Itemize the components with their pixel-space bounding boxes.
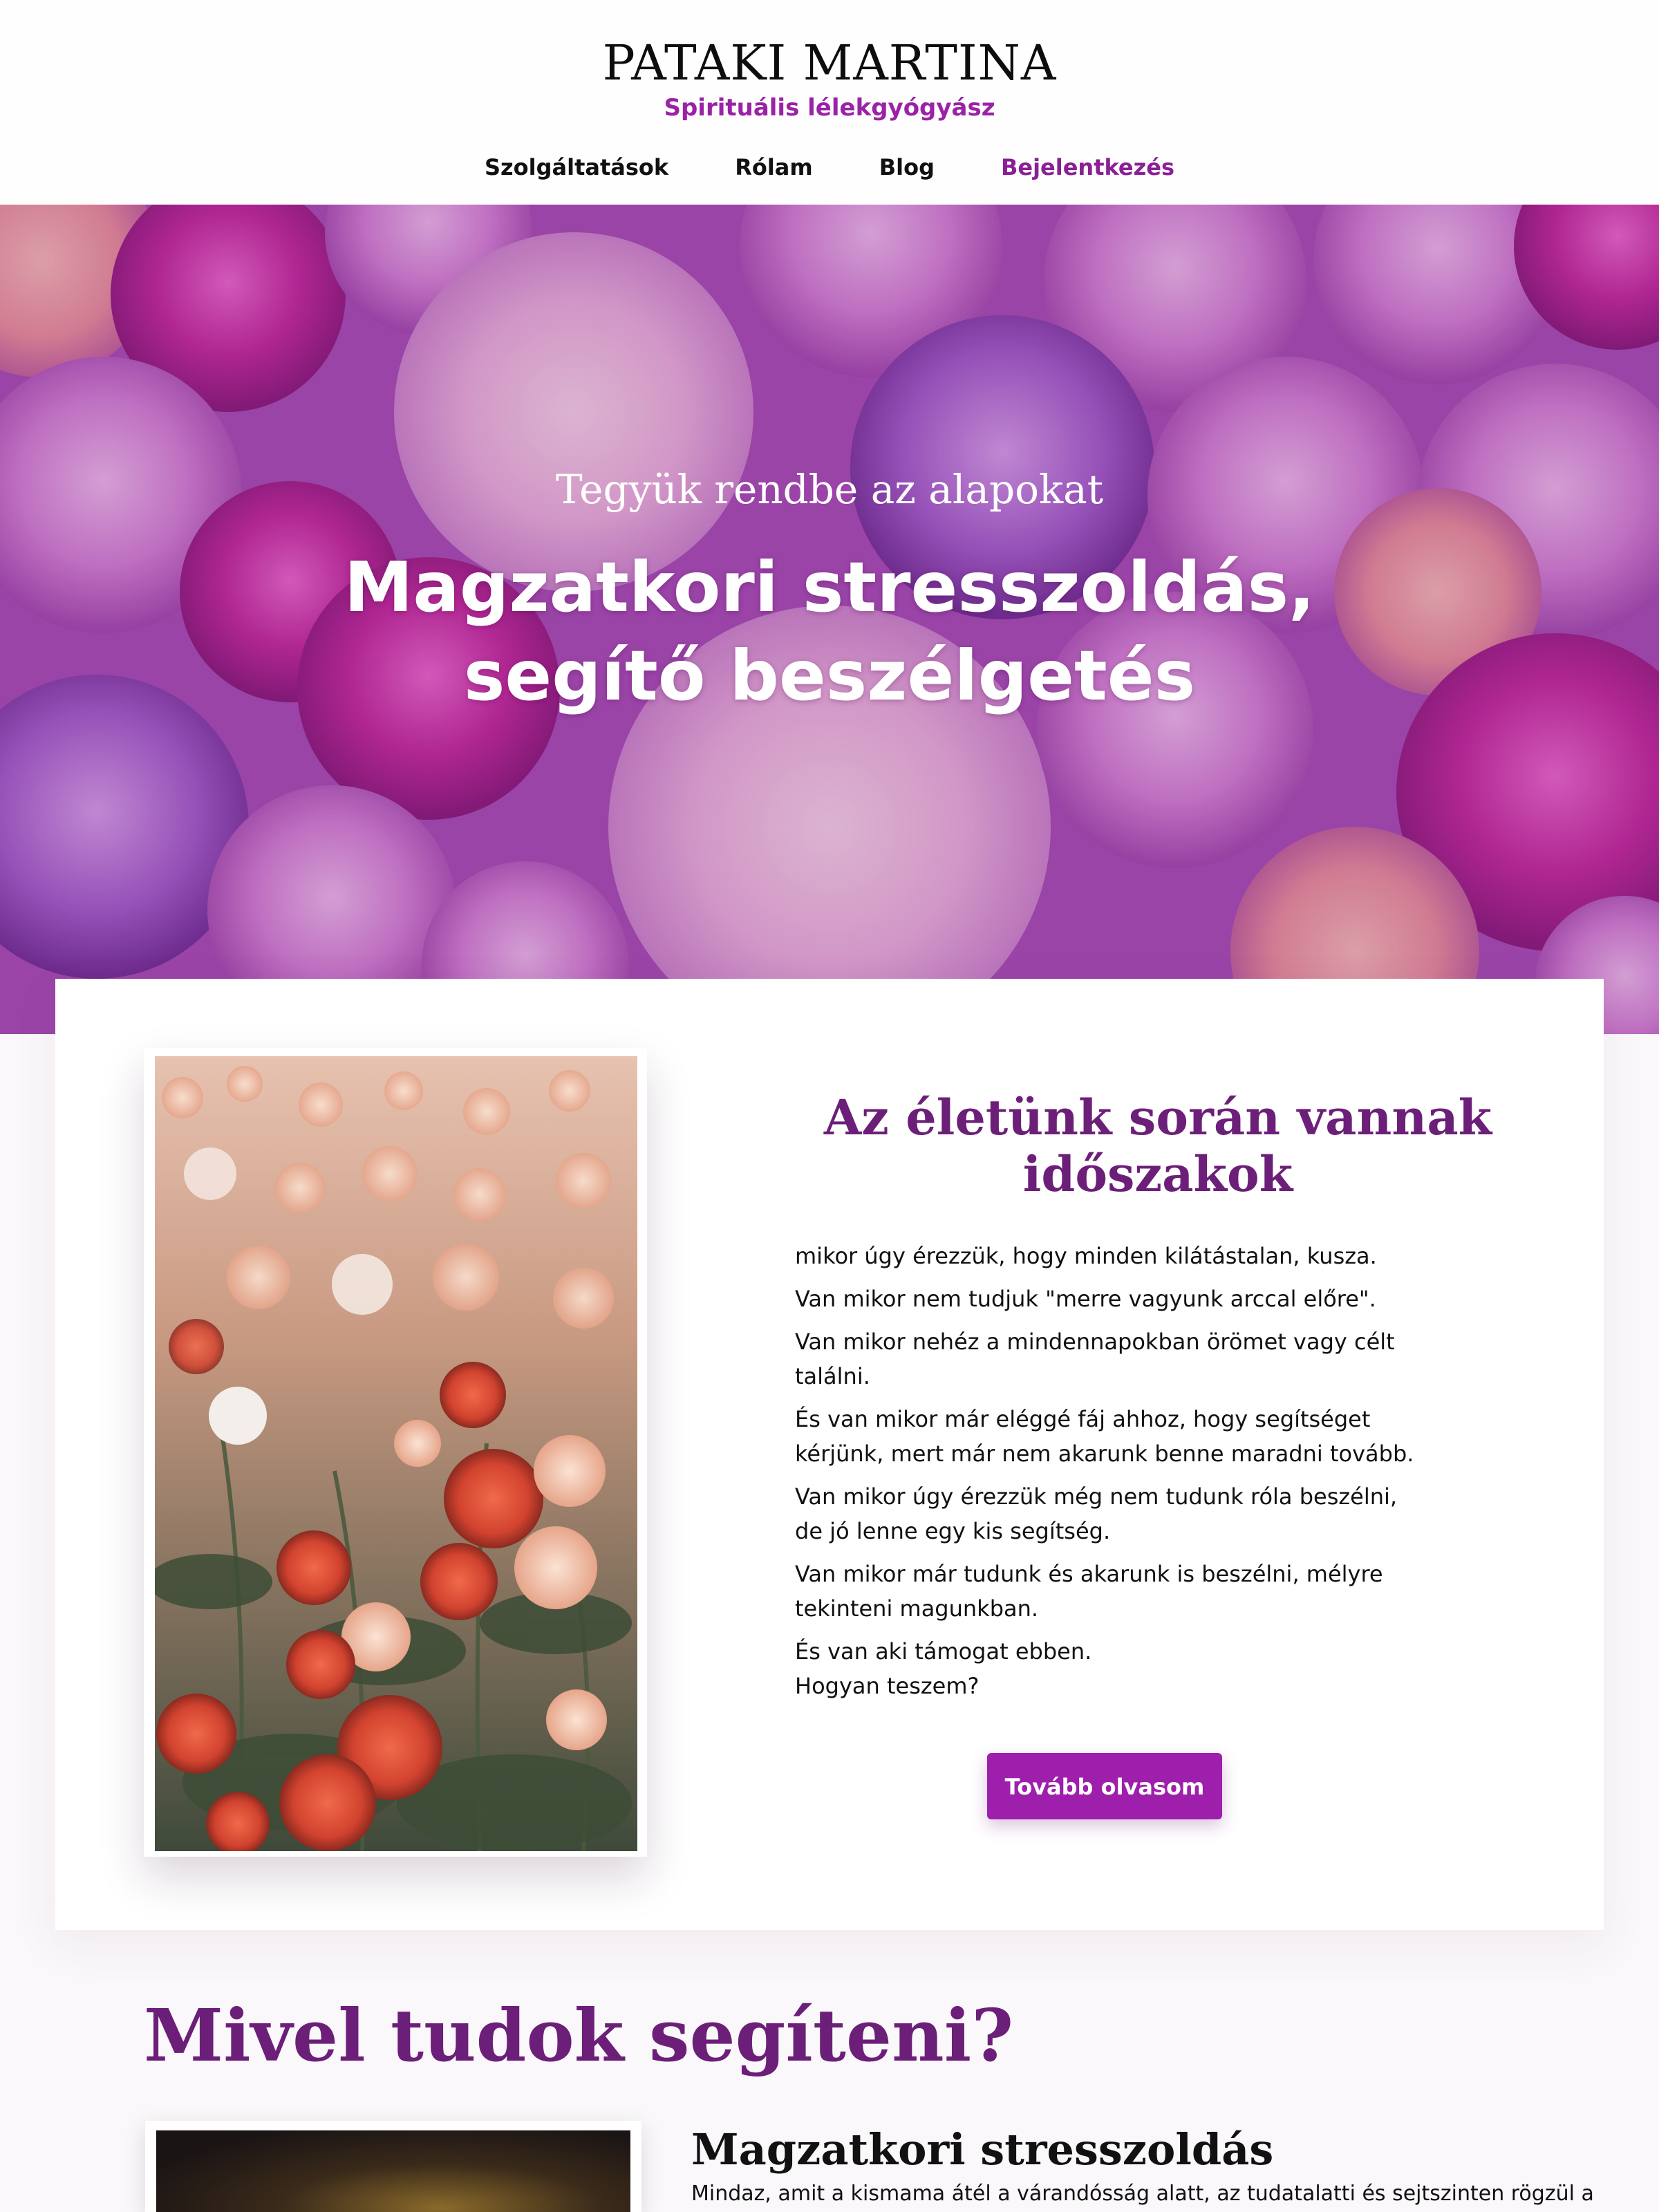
service-title[interactable]: Magzatkori stresszoldás xyxy=(691,2122,1590,2177)
nav-item-login[interactable]: Bejelentkezés xyxy=(1001,148,1174,187)
intro-title: Az életünk során vannak időszakok xyxy=(823,1089,1492,1203)
site-header: PATAKI MARTINA Spirituális lélekgyógyász… xyxy=(0,0,1659,205)
intro-text: mikor úgy érezzük, hogy minden kilátásta… xyxy=(795,1239,1417,1712)
hero-title-line1: Magzatkori stresszoldás, xyxy=(344,547,1315,628)
intro-paragraph: Van mikor már tudunk és akarunk is beszé… xyxy=(795,1561,1383,1622)
nav-item-services[interactable]: Szolgáltatások xyxy=(485,148,668,187)
nav-item-blog[interactable]: Blog xyxy=(879,148,935,187)
intro-paragraph: mikor úgy érezzük, hogy minden kilátásta… xyxy=(795,1243,1377,1269)
site-tagline: Spirituális lélekgyógyász xyxy=(664,94,995,122)
hero-title: Magzatkori stresszoldás, segítő beszélge… xyxy=(0,543,1659,720)
service-description: Mindaz, amit a kismama átél a várandóssá… xyxy=(691,2182,1594,2206)
intro-paragraph: Van mikor nem tudjuk "merre vagyunk arcc… xyxy=(795,1286,1376,1312)
intro-paragraph: És van mikor már eléggé fáj ahhoz, hogy … xyxy=(795,1406,1414,1467)
dahlia-field-image xyxy=(155,1056,637,1851)
intro-closing: És van aki támogat ebben. Hogyan teszem? xyxy=(795,1634,1417,1703)
read-more-button[interactable]: Tovább olvasom xyxy=(987,1753,1222,1819)
hero-kicker: Tegyük rendbe az alapokat xyxy=(555,466,1104,513)
intro-paragraph: Van mikor úgy érezzük még nem tudunk ról… xyxy=(795,1483,1398,1544)
intro-card: Az életünk során vannak időszakok mikor … xyxy=(55,979,1604,1930)
services-title: Mivel tudok segíteni? xyxy=(144,1993,1014,2078)
intro-closing-line1: És van aki támogat ebben. xyxy=(795,1638,1092,1665)
service-image xyxy=(145,2121,641,2212)
intro-paragraph: Van mikor nehéz a mindennapokban örömet … xyxy=(795,1329,1395,1389)
nav-item-about[interactable]: Rólam xyxy=(735,148,813,187)
site-brand[interactable]: PATAKI MARTINA xyxy=(0,32,1659,94)
main-nav: Szolgáltatások Rólam Blog Bejelentkezés xyxy=(0,148,1659,187)
intro-closing-line2: Hogyan teszem? xyxy=(795,1673,980,1699)
service-image-photo xyxy=(156,2130,630,2212)
hero-title-line2: segítő beszélgetés xyxy=(463,635,1196,716)
hero-banner: Tegyük rendbe az alapokat Magzatkori str… xyxy=(0,205,1659,1034)
intro-photo xyxy=(144,1048,647,1857)
